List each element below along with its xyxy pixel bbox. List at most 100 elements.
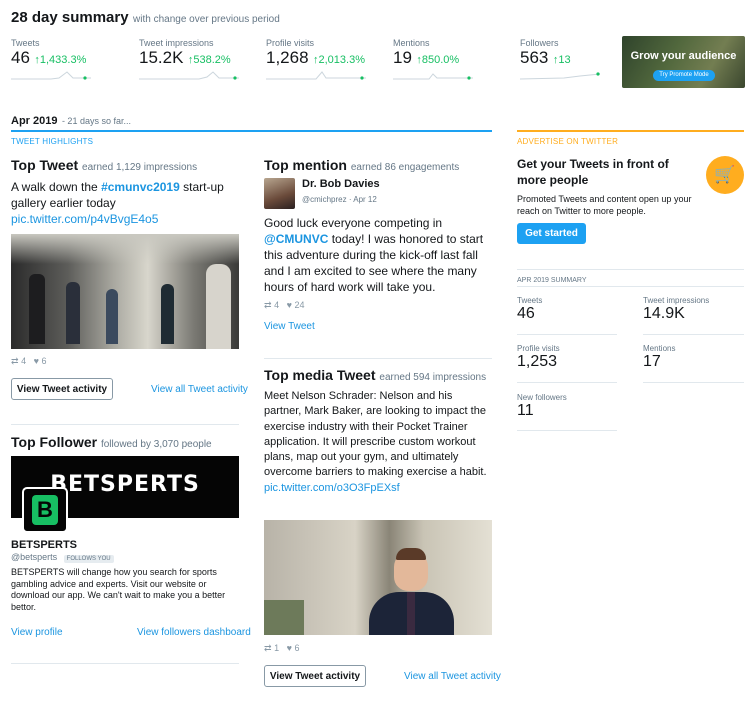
divider	[517, 286, 744, 287]
view-all-tweet-activity-link[interactable]: View all Tweet activity	[151, 384, 248, 395]
stat-value: 1,268	[266, 48, 309, 67]
summary-item-label: New followers	[517, 393, 567, 402]
follower-name[interactable]: BETSPERTS	[11, 539, 77, 551]
stat-label: Tweet impressions	[139, 38, 214, 48]
follows-you-badge: FOLLOWS YOU	[63, 555, 114, 563]
top-tweet-engagement: ⇄ 4 ♥ 6	[11, 356, 46, 367]
advertise-divider	[517, 130, 744, 132]
top-tweet-image[interactable]	[11, 234, 239, 349]
stat-change: 2,013.3%	[318, 54, 365, 66]
image-person	[161, 284, 174, 344]
top-mention-title: Top mention	[264, 157, 347, 173]
top-follower-sub: followed by 3,070 people	[100, 439, 212, 450]
tweet-highlights-label: TWEET HIGHLIGHTS	[11, 137, 94, 146]
top-follower-title: Top Follower	[11, 434, 98, 450]
advertise-label: ADVERTISE ON TWITTER	[517, 137, 619, 146]
retweet-count: 1	[274, 643, 280, 653]
promo-banner-text: Grow your audience	[630, 50, 737, 62]
sparkline-profile-visits	[266, 71, 366, 80]
summary-item-value: 14.9K	[643, 305, 685, 322]
top-tweet-pic-link[interactable]: pic.twitter.com/p4vBvgE4o5	[11, 212, 158, 226]
stat-profile-visits[interactable]: Profile visits 1,268 ↑2,013.3%	[266, 38, 386, 68]
promote-mode-banner[interactable]: Grow your audience Try Promote Mode	[622, 36, 745, 88]
heart-icon: ♥	[33, 356, 39, 366]
divider	[264, 358, 492, 359]
divider	[517, 334, 617, 335]
summary-title: 28 day summary	[11, 9, 129, 26]
top-media-sub: earned 594 impressions	[379, 372, 487, 383]
divider	[643, 382, 744, 383]
follower-bio: BETSPERTS will change how you search for…	[11, 567, 226, 612]
mention-date: · Apr 12	[348, 195, 377, 204]
stat-label: Followers	[520, 38, 559, 48]
mention-handle: @cmichprez	[302, 195, 347, 204]
top-mention-sub: earned 86 engagements	[350, 162, 460, 173]
top-follower-heading: Top Follower followed by 3,070 people	[11, 434, 212, 450]
media-text: Meet Nelson Schrader: Nelson and his par…	[264, 390, 487, 479]
mention-text-before: Good luck everyone competing in	[264, 216, 443, 230]
mention-author-name[interactable]: Dr. Bob Davies	[302, 178, 380, 190]
summary-item-label: Mentions	[643, 344, 676, 353]
get-started-button[interactable]: Get started	[517, 223, 586, 244]
top-tweet-sub: earned 1,129 impressions	[82, 162, 198, 173]
top-tweet-text-before: A walk down the	[11, 180, 102, 194]
view-media-tweet-activity-button[interactable]: View Tweet activity	[264, 665, 366, 687]
heart-icon: ♥	[286, 643, 292, 653]
follower-avatar[interactable]: B	[22, 487, 68, 533]
stat-impressions[interactable]: Tweet impressions 15.2K ↑538.2%	[139, 38, 259, 68]
view-followers-dashboard-link[interactable]: View followers dashboard	[137, 627, 251, 638]
stat-label: Mentions	[393, 38, 430, 48]
view-tweet-activity-button[interactable]: View Tweet activity	[11, 378, 113, 400]
top-tweet-text: A walk down the #cmunvc2019 start-up gal…	[11, 179, 236, 227]
summary-item-new-followers: New followers 11	[517, 393, 567, 420]
top-tweet-heading: Top Tweet earned 1,129 impressions	[11, 157, 197, 173]
divider	[517, 382, 617, 383]
stat-change: 538.2%	[193, 54, 231, 66]
summary-item-label: Tweet impressions	[643, 296, 710, 305]
period-title: Apr 2019	[11, 115, 58, 127]
betsperts-logo-icon: B	[32, 495, 58, 525]
follower-handle-row: @betsperts FOLLOWS YOU	[11, 552, 114, 563]
stat-followers[interactable]: Followers 563 ↑13	[520, 38, 615, 68]
stat-change: 1,433.3%	[39, 54, 87, 66]
stat-value: 46	[11, 48, 30, 67]
summary-subtitle: with change over previous period	[133, 14, 280, 25]
stat-change: 13	[558, 54, 571, 66]
top-mention-engagement: ⇄ 4 ♥ 24	[264, 300, 304, 311]
stat-tweets[interactable]: Tweets 46 ↑1,433.3%	[11, 38, 121, 68]
summary-item-tweets: Tweets 46	[517, 296, 542, 323]
like-count: 6	[294, 643, 300, 653]
divider	[517, 269, 744, 270]
top-media-image[interactable]	[264, 520, 492, 635]
top-mention-text: Good luck everyone competing in @CMUNVC …	[264, 215, 492, 295]
retweet-icon: ⇄	[11, 356, 19, 366]
retweet-icon: ⇄	[264, 643, 272, 653]
image-hair	[396, 548, 426, 560]
summary-item-mentions: Mentions 17	[643, 344, 675, 371]
like-count: 24	[294, 300, 305, 310]
media-pic-link[interactable]: pic.twitter.com/o3O3FpEXsf	[264, 482, 400, 494]
top-media-engagement: ⇄ 1 ♥ 6	[264, 643, 299, 654]
advertise-body: Promoted Tweets and content open up your…	[517, 194, 692, 216]
view-tweet-link[interactable]: View Tweet	[264, 321, 315, 332]
view-profile-link[interactable]: View profile	[11, 627, 63, 638]
top-mention-heading: Top mention earned 86 engagements	[264, 157, 459, 173]
highlights-divider	[11, 130, 492, 132]
summary-header: 28 day summary with change over previous…	[11, 9, 280, 27]
retweet-icon: ⇄	[264, 300, 272, 310]
stat-mentions[interactable]: Mentions 19 ↑850.0%	[393, 38, 503, 68]
summary-item-profile-visits: Profile visits 1,253	[517, 344, 560, 371]
mention-author-meta: @cmichprez · Apr 12	[302, 195, 377, 204]
promote-mode-button[interactable]: Try Promote Mode	[653, 70, 715, 81]
mention-link[interactable]: @CMUNVC	[264, 232, 328, 246]
retweet-count: 4	[274, 300, 280, 310]
mention-author-avatar[interactable]	[264, 178, 295, 209]
period-subtitle: - 21 days so far...	[61, 116, 131, 126]
view-all-media-tweet-activity-link[interactable]: View all Tweet activity	[404, 671, 501, 682]
hashtag-link[interactable]: #cmunvc2019	[101, 180, 180, 194]
summary-item-value: 1,253	[517, 353, 558, 370]
summary-item-label: Profile visits	[517, 344, 560, 353]
top-media-text: Meet Nelson Schrader: Nelson and his par…	[264, 389, 492, 496]
image-tie	[407, 592, 415, 635]
image-ceiling	[11, 234, 239, 264]
